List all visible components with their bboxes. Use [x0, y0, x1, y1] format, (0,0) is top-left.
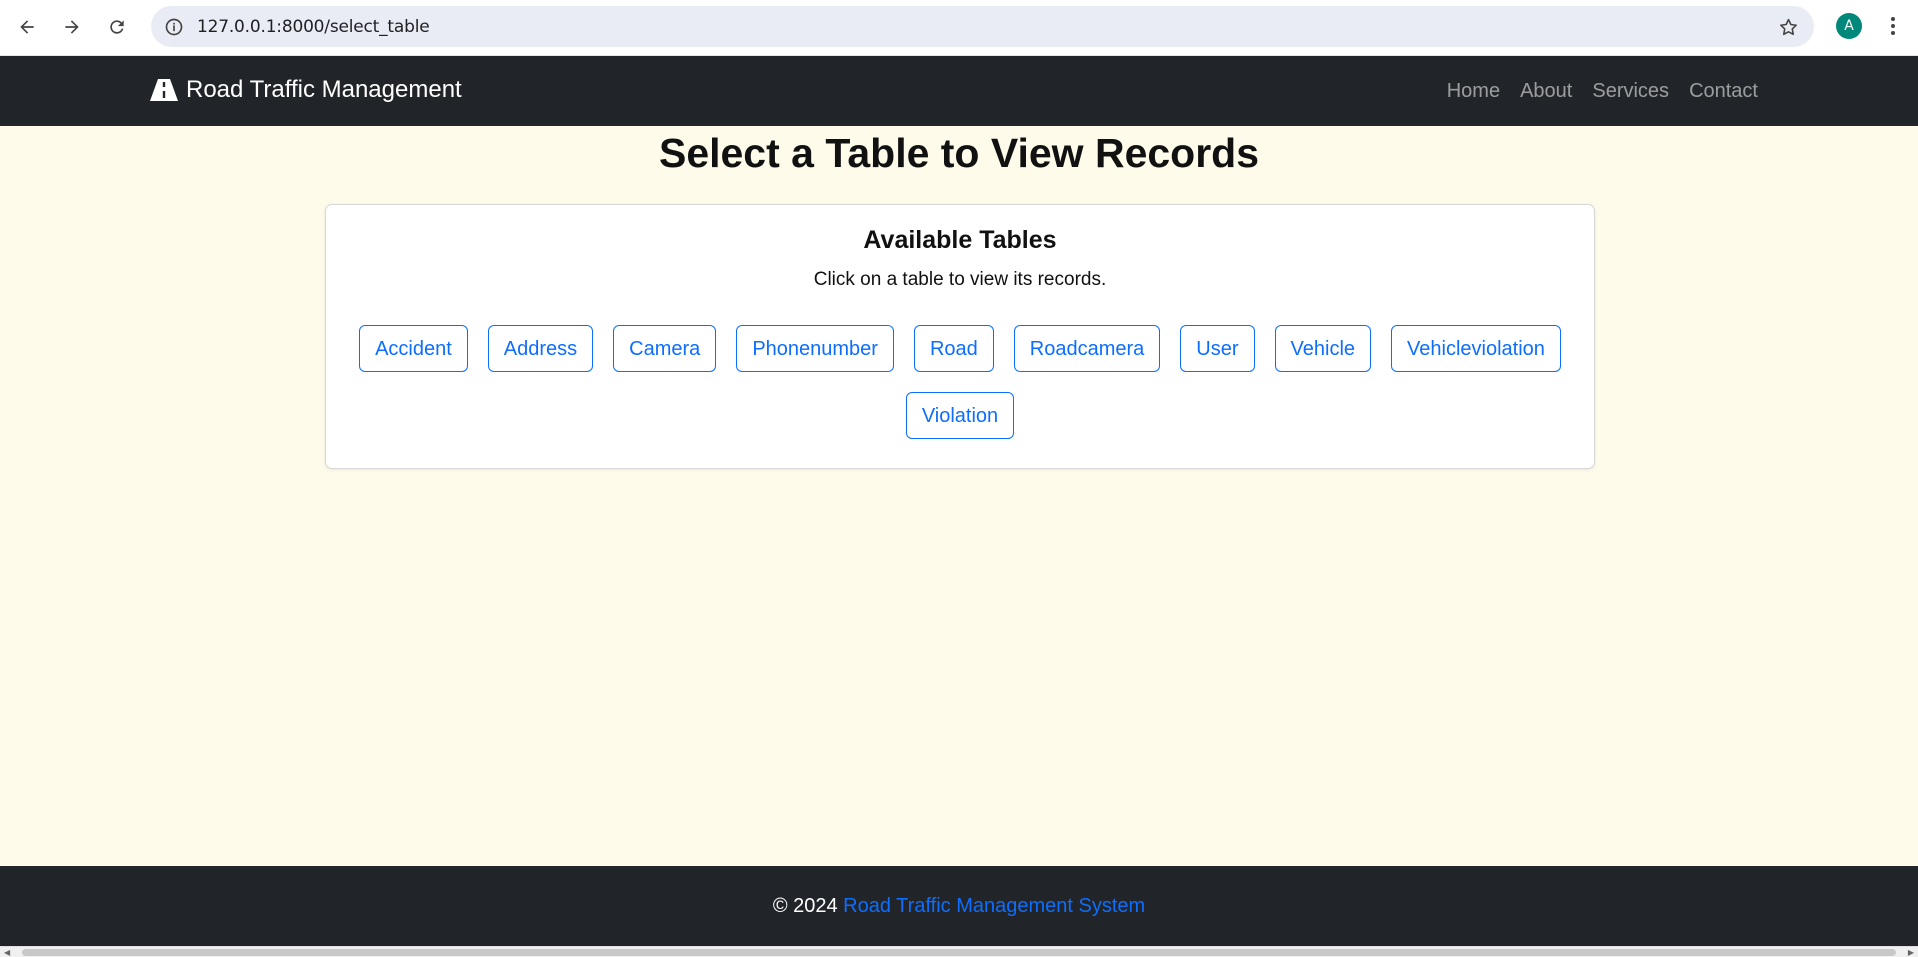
- arrow-left-icon: [20, 20, 34, 34]
- table-button-road[interactable]: Road: [913, 325, 994, 372]
- table-button-address[interactable]: Address: [487, 325, 594, 372]
- table-button-phonenumber[interactable]: Phonenumber: [736, 325, 894, 372]
- table-button-camera[interactable]: Camera: [613, 325, 717, 372]
- site-footer: © 2024 Road Traffic Management System: [0, 866, 1918, 946]
- scroll-left-icon[interactable]: ◀: [4, 948, 10, 957]
- footer-link[interactable]: Road Traffic Management System: [843, 895, 1145, 917]
- nav-links: Home About Services Contact: [1427, 80, 1758, 103]
- table-button-roadcamera[interactable]: Roadcamera: [1013, 325, 1161, 372]
- nav-link-home[interactable]: Home: [1447, 80, 1500, 103]
- nav-link-contact[interactable]: Contact: [1689, 80, 1758, 103]
- nav-link-about[interactable]: About: [1520, 80, 1572, 103]
- table-button-vehicle[interactable]: Vehicle: [1274, 325, 1372, 372]
- arrow-right-icon: [65, 20, 79, 34]
- scrollbar-thumb[interactable]: [22, 949, 1896, 956]
- footer-text: © 2024 Road Traffic Management System: [0, 895, 1918, 918]
- reload-icon: [110, 20, 124, 34]
- table-buttons-row: Accident Address Camera Phonenumber Road…: [326, 325, 1594, 372]
- more-menu-icon[interactable]: [1880, 12, 1906, 40]
- address-bar[interactable]: 127.0.0.1:8000/select_table: [151, 6, 1814, 47]
- site-info-icon[interactable]: [161, 14, 187, 40]
- site-navbar: Road Traffic Management Home About Servi…: [0, 56, 1918, 126]
- url-text[interactable]: 127.0.0.1:8000/select_table: [197, 17, 430, 37]
- brand-link[interactable]: Road Traffic Management: [150, 76, 462, 104]
- copyright-text: © 2024: [772, 895, 844, 917]
- table-button-accident[interactable]: Accident: [359, 325, 468, 372]
- tables-card: Available Tables Click on a table to vie…: [325, 204, 1595, 469]
- browser-toolbar: 127.0.0.1:8000/select_table A: [0, 0, 1918, 56]
- reload-button[interactable]: [100, 10, 134, 44]
- profile-avatar[interactable]: A: [1836, 13, 1862, 39]
- forward-button[interactable]: [55, 10, 89, 44]
- back-button[interactable]: [10, 10, 44, 44]
- road-icon: [150, 79, 178, 101]
- card-subtitle: Click on a table to view its records.: [813, 269, 1107, 290]
- bookmark-star-icon[interactable]: [1776, 15, 1800, 39]
- table-button-violation[interactable]: Violation: [905, 392, 1015, 439]
- horizontal-scrollbar[interactable]: ◀ ▶: [0, 946, 1918, 957]
- scroll-right-icon[interactable]: ▶: [1908, 948, 1914, 957]
- card-title: Available Tables: [863, 226, 1057, 254]
- brand-text: Road Traffic Management: [186, 76, 462, 103]
- table-button-vehicleviolation[interactable]: Vehicleviolation: [1391, 325, 1561, 372]
- table-button-user[interactable]: User: [1180, 325, 1255, 372]
- nav-link-services[interactable]: Services: [1592, 80, 1669, 103]
- table-buttons-row-2: Violation: [326, 392, 1594, 439]
- page-title: Select a Table to View Records: [658, 130, 1260, 176]
